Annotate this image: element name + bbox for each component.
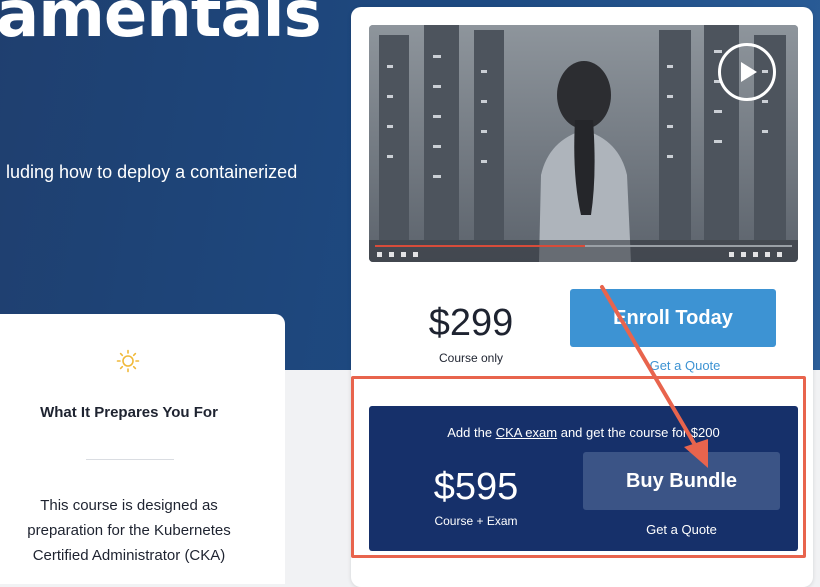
sun-icon — [116, 349, 140, 373]
body-line: This course is designed as — [40, 497, 218, 514]
prepares-for-title: What It Prepares You For — [40, 404, 218, 421]
divider — [86, 459, 174, 460]
body-line: Certified Administrator (CKA) — [32, 547, 226, 564]
body-line: preparation for the Kubernetes — [27, 522, 231, 539]
course-price: $299 — [428, 302, 514, 344]
page-title: amentals — [0, 0, 322, 52]
annotation-highlight-box — [351, 376, 806, 558]
prepares-for-body: This course is designed as preparation f… — [0, 493, 258, 568]
course-price-note: Course only — [438, 351, 504, 365]
play-icon — [741, 62, 757, 82]
get-a-quote-link[interactable]: Get a Quote — [570, 358, 800, 373]
hero-subtitle: luding how to deploy a containerized — [6, 162, 298, 182]
enroll-today-button[interactable]: Enroll Today — [570, 289, 776, 347]
play-button[interactable] — [718, 43, 776, 101]
